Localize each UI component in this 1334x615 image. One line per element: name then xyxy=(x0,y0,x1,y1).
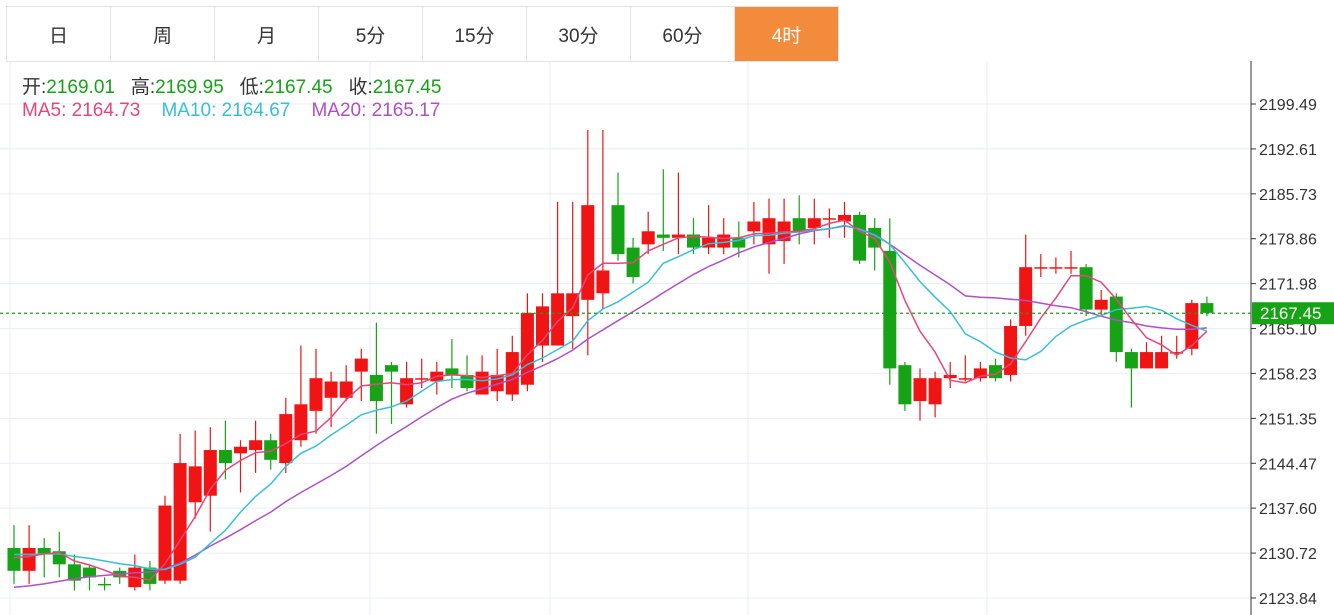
candle-body xyxy=(324,381,338,398)
open-value: 2169.01 xyxy=(46,77,115,98)
y-tick-label: 2171.98 xyxy=(1259,277,1317,294)
candle-body xyxy=(445,368,459,375)
ma10-value: 2164.67 xyxy=(221,100,291,121)
candle-body xyxy=(1034,267,1048,269)
candle-body xyxy=(611,205,625,255)
ma-info: MA5: 2164.73 MA10: 2164.67 MA20: 2165.17 xyxy=(22,100,440,122)
candle-body xyxy=(1155,352,1169,369)
y-tick-label: 2158.23 xyxy=(1259,366,1317,383)
candle-body xyxy=(596,270,610,294)
tab-month[interactable]: 月 xyxy=(215,7,319,61)
candle-body xyxy=(369,374,383,402)
candle-body xyxy=(279,414,293,464)
candle-body xyxy=(1079,267,1093,310)
ma5-value: 2164.73 xyxy=(71,100,141,121)
ma10-label: MA10: xyxy=(161,100,217,121)
candle-body xyxy=(415,378,429,380)
candle-body xyxy=(883,250,897,369)
candle-body xyxy=(249,440,263,451)
candle-body xyxy=(475,371,489,395)
candle-body xyxy=(354,358,368,372)
y-tick-label: 2178.86 xyxy=(1259,232,1317,249)
low-value: 2167.45 xyxy=(263,77,333,98)
last-price-label: 2167.45 xyxy=(1260,304,1321,323)
tab-day[interactable]: 日 xyxy=(7,7,111,61)
candle-body xyxy=(958,378,972,380)
candle-body xyxy=(309,378,323,411)
candle-body xyxy=(913,378,927,402)
candle-body xyxy=(385,365,398,372)
tab-5min[interactable]: 5分 xyxy=(319,7,423,61)
candle-body xyxy=(234,446,247,454)
close-label: 收: xyxy=(348,77,373,98)
candle-body xyxy=(1049,267,1063,269)
y-tick-label: 2130.72 xyxy=(1259,546,1317,563)
y-tick-label: 2144.47 xyxy=(1259,456,1317,473)
tab-week[interactable]: 周 xyxy=(111,7,215,61)
y-tick-label: 2185.73 xyxy=(1259,187,1317,204)
tab-60min[interactable]: 60分 xyxy=(631,7,735,61)
candle-body xyxy=(1140,352,1153,369)
close-value: 2167.45 xyxy=(372,77,442,98)
ohlc-info: 开:2169.01 高:2169.95 低:2167.45 收:2167.45 xyxy=(22,72,441,99)
kline-svg: 2199.49 2192.61 2185.73 2178.86 2171.98 2165.… xyxy=(0,61,1334,615)
candle-body xyxy=(188,466,202,503)
candle-body xyxy=(762,218,776,245)
candle-body xyxy=(747,221,761,232)
ma20-value: 2165.17 xyxy=(371,100,441,121)
high-label: 高: xyxy=(130,77,156,98)
candle-body xyxy=(264,440,278,460)
candle-body xyxy=(853,214,867,261)
candle-body xyxy=(7,547,21,571)
candle-body xyxy=(1019,267,1033,326)
ma20-label: MA20: xyxy=(311,100,367,121)
candle-body xyxy=(1200,303,1214,313)
candle-body xyxy=(641,231,655,245)
tab-15min[interactable]: 15分 xyxy=(423,7,527,61)
y-tick-label: 2137.60 xyxy=(1259,501,1317,518)
open-label: 开: xyxy=(22,77,47,98)
y-tick-label: 2199.49 xyxy=(1259,97,1317,114)
candle-body xyxy=(22,547,36,571)
candle-body xyxy=(1094,299,1108,310)
y-tick-label: 2192.61 xyxy=(1259,142,1317,159)
candle-body xyxy=(928,378,942,405)
high-value: 2169.95 xyxy=(155,77,224,98)
candle-body xyxy=(656,234,670,238)
candle-body xyxy=(1124,352,1138,369)
y-tick-label: 2151.35 xyxy=(1259,411,1317,428)
candle-body xyxy=(792,218,806,232)
ma5-label: MA5: xyxy=(22,100,67,121)
tab-30min[interactable]: 30分 xyxy=(527,7,631,61)
candle-body xyxy=(98,583,112,586)
tab-4hour[interactable]: 4时 xyxy=(735,7,839,61)
candle-body xyxy=(1064,267,1078,269)
candle-body xyxy=(218,450,232,464)
candle-body xyxy=(898,365,912,405)
candle-body xyxy=(551,293,565,346)
candle-body xyxy=(943,374,957,379)
timeframe-tabs: 日 周 月 5分 15分 30分 60分 4时 xyxy=(6,6,839,62)
kline-chart[interactable]: 2199.49 2192.61 2185.73 2178.86 2171.98 2165.… xyxy=(0,61,1334,615)
low-label: 低: xyxy=(239,77,264,98)
y-tick-label: 2123.84 xyxy=(1259,591,1317,608)
candle-body xyxy=(822,218,836,220)
